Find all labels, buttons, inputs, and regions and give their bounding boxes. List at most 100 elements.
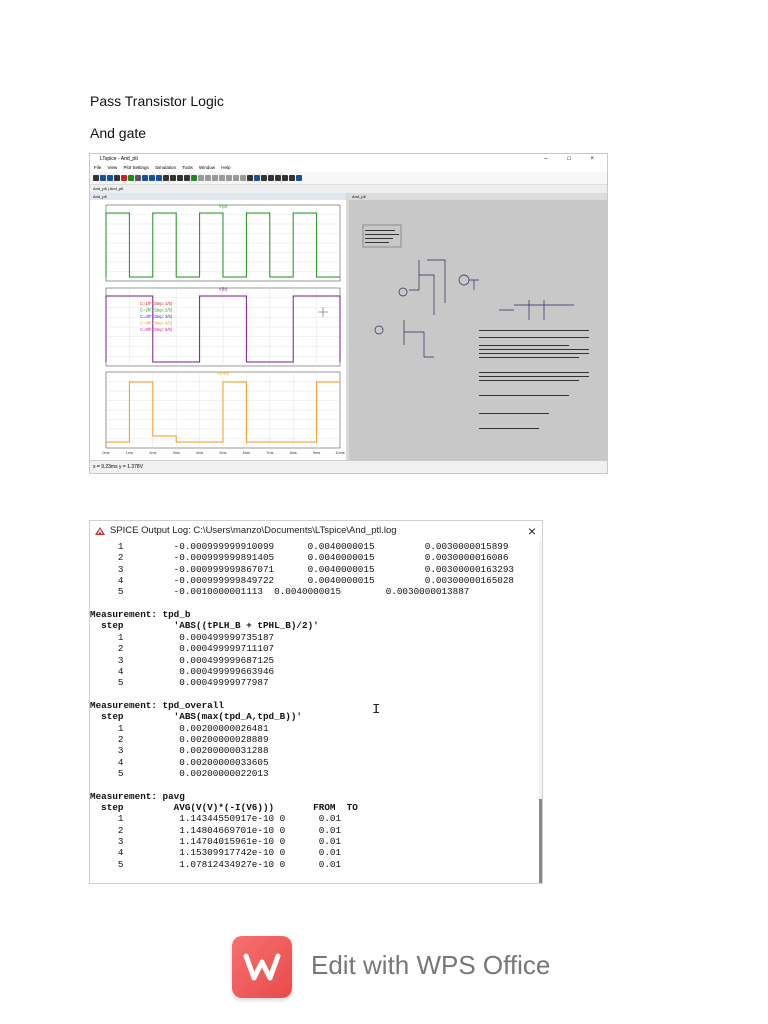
log-line: step 'ABS((tPLH_B + tPHL_B)/2)' xyxy=(90,620,319,632)
toolbar-icon[interactable] xyxy=(247,175,253,181)
schematic-window-title: And_ptl xyxy=(349,193,607,200)
toolbar-icon[interactable] xyxy=(212,175,218,181)
text-cursor-icon: I xyxy=(372,702,381,718)
waveform-window-title: And_ptl xyxy=(90,193,346,200)
log-line: step 'ABS(max(tpd_A,tpd_B))' xyxy=(90,711,303,723)
toolbar-icon[interactable] xyxy=(275,175,281,181)
log-line: 2 1.14804669701e-10 0 0.01 xyxy=(90,824,342,836)
log-line: 2 0.000499999711107 xyxy=(90,643,275,655)
doc-heading: Pass Transistor Logic xyxy=(90,93,224,109)
log-line: 4 0.00200000033605 xyxy=(90,756,269,768)
x-tick-label: 0ms xyxy=(102,451,109,455)
menu-window[interactable]: Window xyxy=(199,165,215,170)
toolbar-icon[interactable] xyxy=(289,175,295,181)
toolbar-icon[interactable] xyxy=(191,175,197,181)
waveform-plot[interactable]: V(a) V(b) V(out) C=1fF (Step: 1/5) C=2fF (St… xyxy=(90,200,346,460)
menu-view[interactable]: View xyxy=(108,165,118,170)
toolbar-icon[interactable] xyxy=(114,175,120,181)
toolbar-icon[interactable] xyxy=(233,175,239,181)
x-tick-label: 5ms xyxy=(219,451,226,455)
log-line: Measurement: tpd_b xyxy=(90,609,191,621)
x-tick-label: 4ms xyxy=(196,451,203,455)
waveform-window: And_ptl V(a) V(b) V(out) C=1fF (Step: 1/5) C… xyxy=(90,193,349,460)
log-line: 1 0.000499999735187 xyxy=(90,631,275,643)
schematic-circuit xyxy=(374,259,574,358)
menu-tools[interactable]: Tools xyxy=(182,165,193,170)
log-title: SPICE Output Log: C:\Users\manzo\Documen… xyxy=(110,525,397,536)
x-tick-label: 1ms xyxy=(126,451,133,455)
schematic-window: And_ptl xyxy=(349,193,607,460)
log-line: 3 0.000499999687125 xyxy=(90,654,275,666)
doc-subheading: And gate xyxy=(90,125,147,141)
toolbar-icon[interactable] xyxy=(142,175,148,181)
toolbar-icon[interactable] xyxy=(261,175,267,181)
wps-edit-label[interactable]: Edit with WPS Office xyxy=(311,950,550,981)
log-line: 3 0.00200000031288 xyxy=(90,745,269,757)
menu-help[interactable]: Help xyxy=(221,165,230,170)
toolbar-icon[interactable] xyxy=(268,175,274,181)
toolbar-icon[interactable] xyxy=(121,175,127,181)
toolbar-icon[interactable] xyxy=(107,175,113,181)
step-legend-item: C=4fF (Step: 4/5) xyxy=(140,321,173,326)
x-tick-label: 3ms xyxy=(173,451,180,455)
close-icon[interactable]: × xyxy=(528,521,536,541)
toolbar-icon[interactable] xyxy=(170,175,176,181)
toolbar-icon[interactable] xyxy=(205,175,211,181)
toolbar-icon[interactable] xyxy=(128,175,134,181)
wps-logo-icon[interactable] xyxy=(232,936,292,998)
x-tick-label: 7ms xyxy=(266,451,273,455)
x-tick-label: 9ms xyxy=(313,451,320,455)
spice-output-log-window: SPICE Output Log: C:\Users\manzo\Documen… xyxy=(89,520,543,884)
log-scrollbar[interactable] xyxy=(539,541,542,883)
ltspice-title: LTspice - And_ptl xyxy=(100,156,138,162)
toolbar-icon[interactable] xyxy=(156,175,162,181)
log-text[interactable]: 1 -0.000999999910099 0.0040000015 0.0030… xyxy=(90,541,542,883)
wps-w-icon xyxy=(243,953,281,981)
toolbar-icon[interactable] xyxy=(240,175,246,181)
log-line: 4 0.000499999663946 xyxy=(90,665,275,677)
toolbar-icon[interactable] xyxy=(163,175,169,181)
menu-plot-settings[interactable]: Plot Settings xyxy=(123,165,148,170)
log-line: 4 1.15309917742e-10 0 0.01 xyxy=(90,847,342,859)
log-line: step AVG(V(V)*(-I(V6))) FROM TO xyxy=(90,802,358,814)
ltspice-screenshot: LTspice - And_ptl – □ × File View Plot S… xyxy=(89,153,608,474)
schematic-canvas[interactable] xyxy=(349,200,607,460)
toolbar-icon[interactable] xyxy=(93,175,99,181)
menu-simulation[interactable]: Simulation xyxy=(155,165,176,170)
x-tick-label: 10ms xyxy=(335,451,344,455)
toolbar-icon[interactable] xyxy=(254,175,260,181)
ltspice-status: x = 9.23ms y = 1.378V xyxy=(90,460,607,473)
log-line: 5 0.00049999977987 xyxy=(90,677,269,689)
menu-file[interactable]: File xyxy=(94,165,101,170)
step-legend-item: C=2fF (Step: 2/5) xyxy=(140,308,173,313)
directives-block xyxy=(362,224,402,248)
toolbar-icon[interactable] xyxy=(198,175,204,181)
x-tick-label: 6ms xyxy=(243,451,250,455)
trace-label: V(a) xyxy=(219,204,228,209)
log-line: 3 -0.000999999867071 0.0040000015 0.0030… xyxy=(90,563,515,575)
log-line: 4 -0.000999999849722 0.0040000015 0.0030… xyxy=(90,575,515,587)
toolbar-icon[interactable] xyxy=(282,175,288,181)
toolbar-icon[interactable] xyxy=(100,175,106,181)
ltspice-app-icon xyxy=(95,527,105,535)
ltspice-titlebar: LTspice - And_ptl – □ × xyxy=(90,154,607,164)
trace-label: V(out) xyxy=(217,371,230,376)
toolbar-icon[interactable] xyxy=(226,175,232,181)
window-controls[interactable]: – □ × xyxy=(544,154,603,164)
x-tick-label: 8ms xyxy=(290,451,297,455)
toolbar-icon[interactable] xyxy=(149,175,155,181)
log-line: 5 -0.0010000001113 0.0040000015 0.003000… xyxy=(90,586,470,598)
toolbar-icon[interactable] xyxy=(177,175,183,181)
toolbar-icon[interactable] xyxy=(219,175,225,181)
step-legend-item: C=1fF (Step: 1/5) xyxy=(140,301,173,306)
toolbar-icon[interactable] xyxy=(135,175,141,181)
ltspice-toolbar xyxy=(90,172,607,185)
log-line: 1 1.14344550917e-10 0 0.01 xyxy=(90,813,342,825)
scroll-thumb[interactable] xyxy=(539,799,542,883)
log-line: Measurement: pavg xyxy=(90,790,185,802)
trace-label: V(b) xyxy=(219,287,228,292)
ltspice-menubar: File View Plot Settings Simulation Tools… xyxy=(90,164,607,172)
toolbar-icon[interactable] xyxy=(184,175,190,181)
toolbar-icon[interactable] xyxy=(296,175,302,181)
log-titlebar: SPICE Output Log: C:\Users\manzo\Documen… xyxy=(90,521,542,541)
